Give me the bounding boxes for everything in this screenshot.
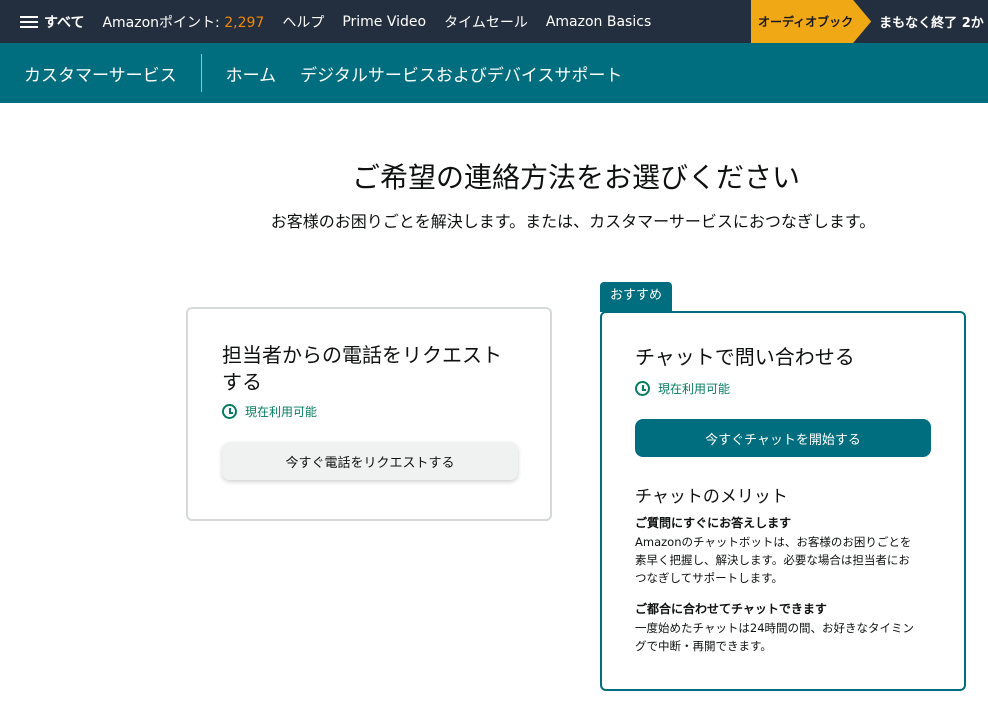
request-call-button[interactable]: 今すぐ電話をリクエストする <box>222 442 518 480</box>
clock-icon <box>635 381 650 396</box>
benefit-text-line: 素早く把握し、解決します。必要な場合は担当者にお <box>635 553 910 567</box>
benefit-text-line: グで中断・再開できます。 <box>635 639 772 653</box>
benefit-text-line: つなぎしてサポートします。 <box>635 571 784 585</box>
benefits-title: チャットのメリット <box>635 487 788 507</box>
all-menu-label: すべて <box>44 14 85 31</box>
phone-request-card: 担当者からの電話をリクエスト する 現在利用可能 今すぐ電話をリクエストする <box>186 307 552 521</box>
subnav-item-home[interactable]: ホーム <box>226 61 277 86</box>
points-value: 2,297 <box>224 14 265 31</box>
benefit-text: 一度始めたチャットは24時間の間、お好きなタイミン グで中断・再開できます。 <box>635 619 935 655</box>
start-chat-button[interactable]: 今すぐチャットを開始する <box>635 419 931 457</box>
chat-card-title: チャットで問い合わせる <box>635 345 855 369</box>
subnav-item-digital-support[interactable]: デジタルサービスおよびデバイスサポート <box>300 61 622 86</box>
chat-card: チャットで問い合わせる 現在利用可能 今すぐチャットを開始する チャットのメリッ… <box>600 311 966 691</box>
page-subtitle: お客様のお困りごとを解決します。または、カスタマーサービスにおつなぎします。 <box>270 212 876 231</box>
phone-card-title-line2: する <box>222 370 262 394</box>
points-link[interactable]: Amazonポイント: 2,297 <box>102 12 264 32</box>
promo-badge: オーディオブック <box>751 0 872 43</box>
all-menu-button[interactable]: すべて <box>0 12 84 32</box>
customer-service-link[interactable]: カスタマーサービス <box>0 61 201 86</box>
phone-card-title-line1: 担当者からの電話をリクエスト <box>222 343 502 367</box>
benefit-heading: ご都合に合わせてチャットできます <box>635 602 827 616</box>
nav-link-amazon-basics[interactable]: Amazon Basics <box>546 14 651 30</box>
benefit-text: Amazonのチャットボットは、お客様のお困りごとを 素早く把握し、解決します。… <box>635 533 935 587</box>
nav-link-prime-video[interactable]: Prime Video <box>342 14 426 30</box>
chat-status: 現在利用可能 <box>635 380 730 397</box>
hamburger-icon <box>20 15 38 29</box>
recommended-badge: おすすめ <box>600 282 673 312</box>
benefit-text-line: Amazonのチャットボットは、お客様のお困りごとを <box>635 535 912 549</box>
phone-status-label: 現在利用可能 <box>245 405 318 419</box>
promo-banner[interactable]: オーディオブック まもなく終了 2か <box>751 0 984 43</box>
clock-icon <box>222 404 237 419</box>
nav-link-timesale[interactable]: タイムセール <box>444 12 528 32</box>
nav-link-help[interactable]: ヘルプ <box>282 12 324 32</box>
benefit-text-line: 一度始めたチャットは24時間の間、お好きなタイミン <box>635 621 915 635</box>
phone-status: 現在利用可能 <box>222 403 317 420</box>
benefit-heading: ご質問にすぐにお答えします <box>635 516 792 530</box>
promo-text: まもなく終了 2か <box>879 16 984 31</box>
phone-card-title: 担当者からの電話をリクエスト する <box>222 342 502 396</box>
chat-status-label: 現在利用可能 <box>658 382 731 396</box>
points-label: Amazonポイント: <box>102 14 220 31</box>
customer-service-nav: カスタマーサービス ホーム デジタルサービスおよびデバイスサポート <box>0 43 988 103</box>
top-nav: すべて Amazonポイント: 2,297 ヘルプ Prime Video タイ… <box>0 0 988 43</box>
subnav-divider <box>200 54 202 92</box>
page-title: ご希望の連絡方法をお選びください <box>351 161 800 194</box>
